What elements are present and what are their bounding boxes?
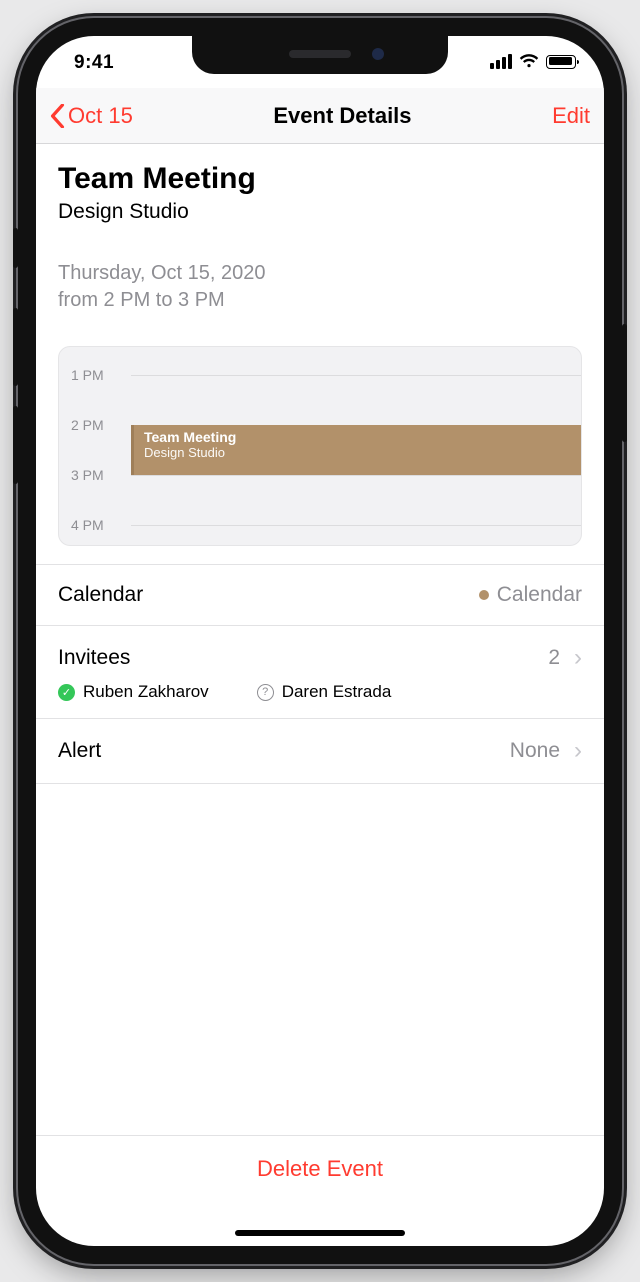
status-time: 9:41: [74, 52, 114, 74]
silence-switch: [13, 228, 18, 268]
invitee-item: ✓ Ruben Zakharov: [58, 682, 209, 702]
timeline-hour: 2 PM: [71, 417, 104, 433]
notch: [192, 36, 448, 74]
nav-bar: Oct 15 Event Details Edit: [36, 88, 604, 144]
event-date-line: Thursday, Oct 15, 2020: [58, 260, 582, 287]
invitee-item: ? Daren Estrada: [257, 682, 392, 702]
invitees-label: Invitees: [58, 646, 130, 670]
chevron-right-icon: ›: [574, 644, 582, 672]
page-title: Event Details: [273, 103, 411, 129]
battery-icon: [546, 55, 576, 69]
screen: 9:41 Oct 15 Event Details Edit Team Meet…: [36, 36, 604, 1246]
timeline-hour: 1 PM: [71, 367, 104, 383]
timeline-event-sub: Design Studio: [144, 445, 571, 460]
edit-button[interactable]: Edit: [552, 103, 590, 129]
detail-list: Calendar Calendar Invitees 2 › ✓: [36, 564, 604, 784]
invitee-name: Daren Estrada: [282, 682, 392, 702]
content: Team Meeting Design Studio Thursday, Oct…: [36, 144, 604, 1246]
chevron-right-icon: ›: [574, 737, 582, 765]
back-label: Oct 15: [68, 103, 133, 129]
check-circle-icon: ✓: [58, 684, 75, 701]
event-title: Team Meeting: [58, 162, 582, 196]
calendar-dot-icon: [479, 590, 489, 600]
calendar-value: Calendar: [497, 583, 582, 607]
vol-down: [13, 406, 18, 484]
alert-label: Alert: [58, 739, 101, 763]
question-circle-icon: ?: [257, 684, 274, 701]
timeline-event-title: Team Meeting: [144, 429, 571, 445]
power-button: [622, 324, 627, 442]
back-button[interactable]: Oct 15: [50, 103, 133, 129]
event-datetime: Thursday, Oct 15, 2020 from 2 PM to 3 PM: [36, 232, 604, 314]
invitee-name: Ruben Zakharov: [83, 682, 209, 702]
calendar-row[interactable]: Calendar Calendar: [36, 564, 604, 626]
status-indicators: [490, 54, 576, 69]
home-indicator[interactable]: [235, 1230, 405, 1236]
timeline-hour: 3 PM: [71, 467, 104, 483]
chevron-left-icon: [50, 104, 65, 128]
timeline-event-block[interactable]: Team Meeting Design Studio: [131, 425, 581, 475]
timeline-hour: 4 PM: [71, 517, 104, 533]
event-header: Team Meeting Design Studio: [36, 144, 604, 232]
vol-up: [13, 308, 18, 386]
event-time-line: from 2 PM to 3 PM: [58, 287, 582, 314]
invitees-row[interactable]: Invitees 2 ›: [36, 626, 604, 690]
alert-value: None: [510, 739, 560, 763]
wifi-icon: [519, 54, 539, 69]
cellular-icon: [490, 54, 512, 69]
timeline[interactable]: 1 PM 2 PM 3 PM 4 PM Team Meeting Design …: [58, 346, 582, 546]
delete-event-button[interactable]: Delete Event: [36, 1135, 604, 1202]
invitees-count: 2: [548, 646, 560, 670]
calendar-label: Calendar: [58, 583, 143, 607]
device-frame: 9:41 Oct 15 Event Details Edit Team Meet…: [18, 18, 622, 1264]
event-location: Design Studio: [58, 200, 582, 224]
alert-row[interactable]: Alert None ›: [36, 719, 604, 784]
invitees-summary: ✓ Ruben Zakharov ? Daren Estrada: [36, 682, 604, 719]
